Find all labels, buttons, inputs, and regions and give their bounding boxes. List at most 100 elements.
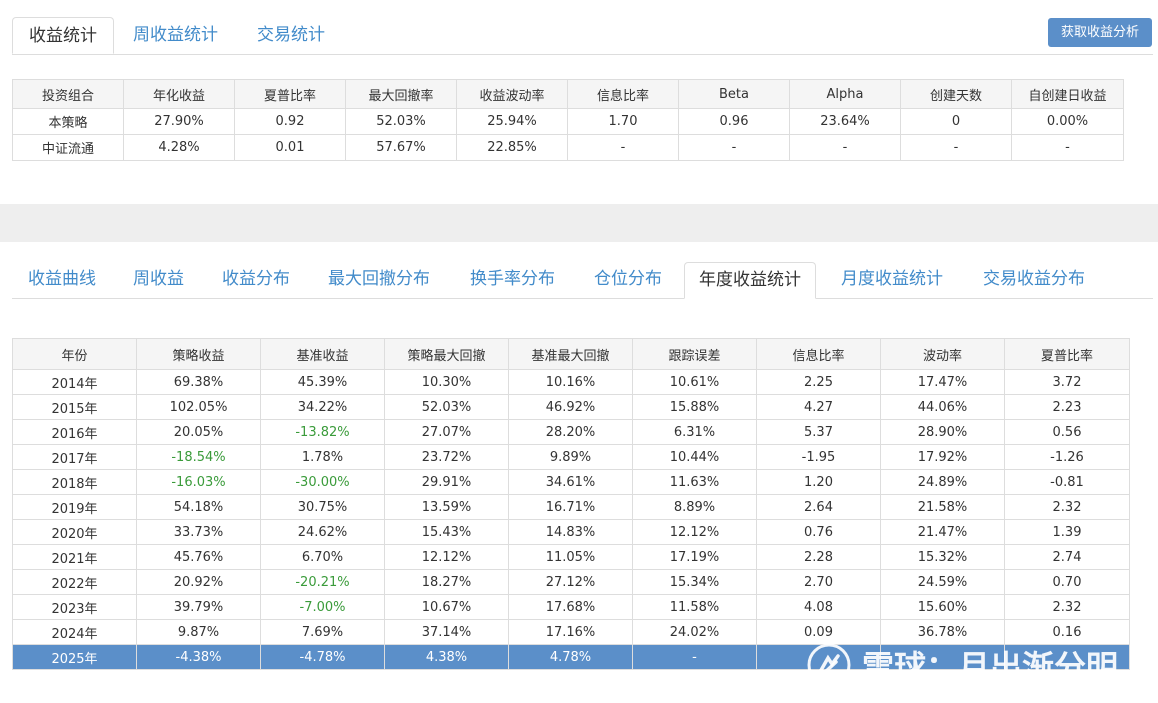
annual-cell: 12.12% [632, 519, 757, 545]
annual-cell: -16.03% [136, 469, 261, 495]
summary-header-cell: Alpha [789, 79, 901, 109]
annual-cell: 2022年 [12, 569, 137, 595]
summary-cell: 4.28% [123, 134, 235, 161]
annual-row: 2015年 102.05% 34.22% 52.03% 46.92% 15.88% 4.27… [12, 394, 1130, 420]
annual-cell: 2018年 [12, 469, 137, 495]
summary-row: 本策略 27.90% 0.92 52.03% 25.94% 1.70 0.96 23.64% 0… [12, 108, 1124, 135]
annual-cell: 2.74 [1004, 544, 1130, 570]
summary-header-cell: Beta [678, 79, 790, 109]
annual-cell: 44.06% [880, 394, 1005, 420]
annual-cell: 2.28 [756, 544, 881, 570]
annual-cell: 2015年 [12, 394, 137, 420]
annual-cell: 20.05% [136, 419, 261, 445]
annual-row: 2019年 54.18% 30.75% 13.59% 16.71% 8.89% 2.64 21… [12, 494, 1130, 520]
summary-cell: 52.03% [345, 108, 457, 135]
annual-cell: 0.56 [1004, 419, 1130, 445]
tab-weekly-returns-stats[interactable]: 周收益统计 [117, 17, 234, 53]
summary-header-cell: 投资组合 [12, 79, 124, 109]
annual-cell: 15.43% [384, 519, 509, 545]
tab-annual-returns-stats[interactable]: 年度收益统计 [684, 262, 816, 299]
summary-cell: 57.67% [345, 134, 457, 161]
annual-header-cell: 基准收益 [260, 338, 385, 370]
annual-cell: 46.92% [508, 394, 633, 420]
annual-cell: 0.76 [756, 519, 881, 545]
annual-cell: -0.81 [1004, 469, 1130, 495]
tab-trade-returns-distribution[interactable]: 交易收益分布 [969, 262, 1099, 298]
annual-cell: 4.08 [756, 594, 881, 620]
annual-header-row: 年份 策略收益 基准收益 策略最大回撤 基准最大回撤 跟踪误差 信息比率 波动率 夏普比率 [12, 338, 1130, 370]
tab-trade-stats[interactable]: 交易统计 [241, 17, 341, 53]
summary-header-cell: 收益波动率 [456, 79, 568, 109]
annual-cell: 10.61% [632, 369, 757, 395]
annual-cell: 15.32% [880, 544, 1005, 570]
annual-cell: 21.47% [880, 519, 1005, 545]
annual-cell: 2023年 [12, 594, 137, 620]
annual-cell: 4.38% [384, 644, 509, 670]
annual-cell: 7.69% [260, 619, 385, 645]
annual-cell: 15.60% [880, 594, 1005, 620]
annual-cell: 9.89% [508, 444, 633, 470]
annual-cell: 2016年 [12, 419, 137, 445]
annual-cell: 36.78% [880, 619, 1005, 645]
annual-cell: 16.71% [508, 494, 633, 520]
tab-returns-stats[interactable]: 收益统计 [12, 17, 114, 54]
annual-header-cell: 年份 [12, 338, 137, 370]
annual-header-cell: 基准最大回撤 [508, 338, 633, 370]
annual-row: 2021年 45.76% 6.70% 12.12% 11.05% 17.19% 2.28 15… [12, 544, 1130, 570]
annual-header-cell: 跟踪误差 [632, 338, 757, 370]
annual-cell: 12.12% [384, 544, 509, 570]
summary-cell: - [789, 134, 901, 161]
annual-header-cell: 策略最大回撤 [384, 338, 509, 370]
tab-max-drawdown-distribution[interactable]: 最大回撤分布 [314, 262, 444, 298]
annual-cell: 17.68% [508, 594, 633, 620]
annual-cell: -20.21% [260, 569, 385, 595]
annual-cell: 54.18% [136, 494, 261, 520]
summary-header-row: 投资组合 年化收益 夏普比率 最大回撤率 收益波动率 信息比率 Beta Alpha 创建天数自… [12, 79, 1124, 109]
annual-cell: -13.82% [260, 419, 385, 445]
annual-cell: 10.44% [632, 444, 757, 470]
get-returns-analysis-button[interactable]: 获取收益分析 [1048, 18, 1152, 47]
annual-cell: 17.19% [632, 544, 757, 570]
annual-cell: 24.59% [880, 569, 1005, 595]
annual-row: 2025年 -4.38% -4.78% 4.38% 4.78% - [12, 644, 1130, 670]
annual-cell: 17.92% [880, 444, 1005, 470]
summary-cell: 23.64% [789, 108, 901, 135]
summary-header-cell: 年化收益 [123, 79, 235, 109]
summary-cell: 中证流通 [12, 134, 124, 161]
annual-cell: 9.87% [136, 619, 261, 645]
annual-cell: 10.67% [384, 594, 509, 620]
annual-cell: 2019年 [12, 494, 137, 520]
tab-turnover-distribution[interactable]: 换手率分布 [456, 262, 569, 298]
annual-cell [880, 644, 1005, 670]
summary-header-cell: 自创建日收益 [1011, 79, 1124, 109]
annual-header-cell: 信息比率 [756, 338, 881, 370]
annual-cell: 2017年 [12, 444, 137, 470]
annual-cell: 28.90% [880, 419, 1005, 445]
summary-cell: 0.92 [234, 108, 346, 135]
tab-position-distribution[interactable]: 仓位分布 [580, 262, 676, 298]
annual-cell: -1.26 [1004, 444, 1130, 470]
annual-cell: 2020年 [12, 519, 137, 545]
summary-cell: - [678, 134, 790, 161]
annual-cell: 27.07% [384, 419, 509, 445]
annual-cell: 34.61% [508, 469, 633, 495]
annual-cell: 27.12% [508, 569, 633, 595]
annual-cell: 24.02% [632, 619, 757, 645]
annual-cell: -30.00% [260, 469, 385, 495]
tab-returns-distribution[interactable]: 收益分布 [208, 262, 304, 298]
annual-cell: 45.76% [136, 544, 261, 570]
tab-returns-curve[interactable]: 收益曲线 [14, 262, 110, 298]
annual-cell: 15.34% [632, 569, 757, 595]
tab-weekly-returns[interactable]: 周收益 [119, 262, 198, 298]
annual-row: 2014年 69.38% 45.39% 10.30% 10.16% 10.61% 2.25 1… [12, 369, 1130, 395]
annual-cell: 1.78% [260, 444, 385, 470]
annual-row: 2018年 -16.03% -30.00% 29.91% 34.61% 11.63% 1.2… [12, 469, 1130, 495]
annual-cell: 6.31% [632, 419, 757, 445]
annual-row: 2024年 9.87% 7.69% 37.14% 17.16% 24.02% 0.09 36.… [12, 619, 1130, 645]
annual-cell: 0.70 [1004, 569, 1130, 595]
section-divider [0, 204, 1158, 242]
annual-cell: 14.83% [508, 519, 633, 545]
annual-header-cell: 策略收益 [136, 338, 261, 370]
annual-cell: 20.92% [136, 569, 261, 595]
tab-monthly-returns-stats[interactable]: 月度收益统计 [827, 262, 957, 298]
